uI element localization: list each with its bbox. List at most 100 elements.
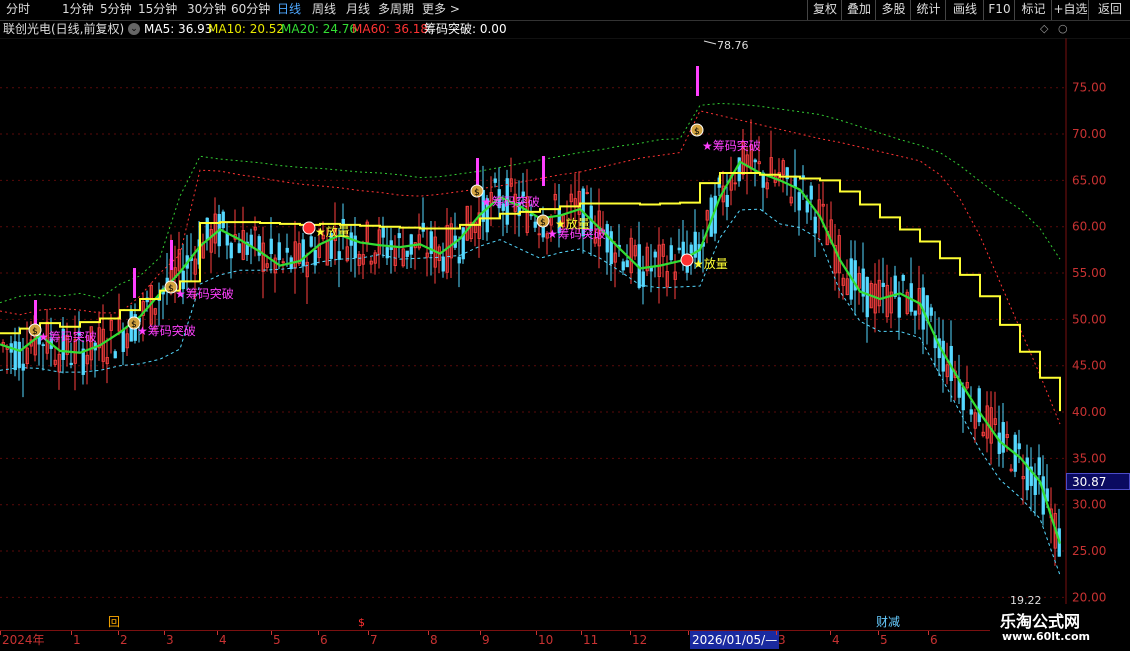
time-tick-mark-14 (776, 631, 777, 635)
time-tick-11: 11 (583, 633, 599, 647)
toolbar-button-6[interactable]: 标记 (1014, 0, 1052, 20)
tab-timeframe-8[interactable]: 月线 (346, 0, 370, 20)
ma5-value: MA5: 36.93 (144, 22, 213, 36)
candle-body (625, 260, 629, 268)
candle-body (897, 297, 901, 318)
volume-spike-bar-4 (542, 156, 545, 186)
price-tick-4: 55.00 (1072, 266, 1106, 280)
price-tick-0: 75.00 (1072, 81, 1106, 95)
time-tick-5: 5 (273, 633, 281, 647)
signal-markers-layer: $$$$$$★筹码突破 ★筹码突破★筹码突破★筹码突破★筹码突破★筹码突破★放量★… (28, 39, 1042, 629)
diamond-icon[interactable]: ◇ (1040, 20, 1048, 38)
candle-body (1037, 457, 1041, 476)
time-tick-mark-7 (368, 631, 369, 635)
ma60-value: MA60: 36.18 (352, 22, 429, 36)
toolbar-button-3[interactable]: 统计 (910, 0, 946, 20)
candle-body (301, 239, 305, 267)
tab-timeframe-5[interactable]: 60分钟 (231, 0, 270, 20)
time-tick-mark-1 (71, 631, 72, 635)
toolbar-button-8[interactable]: 返回 (1088, 0, 1130, 20)
series-line-band-lower (0, 208, 1061, 576)
small-square-marker: 回 (108, 615, 120, 629)
candle-body (1017, 443, 1021, 450)
candle-body (997, 432, 1001, 454)
time-tick-mark-10 (536, 631, 537, 635)
toolbar-button-0[interactable]: 复权 (807, 0, 842, 20)
toolbar-button-4[interactable]: 画线 (945, 0, 984, 20)
candle-body (397, 233, 401, 239)
finance-mark-label: 财减 (876, 615, 900, 629)
tab-timeframe-10[interactable]: 更多 > (422, 0, 460, 20)
tab-timeframe-0[interactable]: 分时 (6, 0, 30, 20)
candle-body (901, 274, 905, 281)
candle-body (229, 242, 233, 259)
volume-ball-icon-2 (680, 253, 694, 267)
chip-breakout-label-0: ★筹码突破 (38, 329, 97, 344)
tab-timeframe-4[interactable]: 30分钟 (187, 0, 226, 20)
candle-body (969, 409, 973, 415)
candle-body (753, 159, 757, 163)
time-tick-mark-0 (0, 631, 1, 635)
volume-release-label-0: ★放量 (315, 224, 350, 239)
time-tick-4: 4 (219, 633, 227, 647)
price-tick-11: 20.00 (1072, 590, 1106, 604)
price-tick-9: 30.00 (1072, 498, 1106, 512)
time-tick-mark-16 (878, 631, 879, 635)
tab-timeframe-7[interactable]: 周线 (312, 0, 336, 20)
candle-body (653, 251, 657, 258)
candle-body (797, 192, 801, 211)
time-tick-7: 7 (370, 633, 378, 647)
kline-chart[interactable]: $$$$$$★筹码突破 ★筹码突破★筹码突破★筹码突破★筹码突破★筹码突破★放量★… (0, 38, 1130, 630)
time-tick-3: 3 (166, 633, 174, 647)
dollar-sign-label-4: $ (540, 218, 546, 228)
candle-body (865, 276, 869, 318)
candle-body (913, 310, 917, 316)
tab-timeframe-9[interactable]: 多周期 (378, 0, 414, 20)
watermark-title: 乐淘公式网 (1000, 612, 1081, 631)
dollar-sign-label-2: $ (168, 284, 174, 294)
stock-title: 联创光电(日线,前复权) (3, 22, 125, 36)
price-tick-8: 35.00 (1072, 451, 1106, 465)
candle-body (533, 221, 537, 228)
dollar-sign-label-5: $ (694, 127, 700, 137)
tab-timeframe-2[interactable]: 5分钟 (100, 0, 132, 20)
price-tick-5: 50.00 (1072, 312, 1106, 326)
time-tick-17: 6 (930, 633, 938, 647)
tab-timeframe-1[interactable]: 1分钟 (62, 0, 94, 20)
ma10-value: MA10: 20.52 (208, 22, 285, 36)
candle-body (381, 226, 385, 238)
candle-body (1025, 457, 1029, 491)
candle-body (805, 200, 809, 213)
dollar-sign-label-0: $ (32, 327, 38, 337)
tab-timeframe-3[interactable]: 15分钟 (138, 0, 177, 20)
candle-body (1001, 422, 1005, 453)
time-tick-2: 2 (120, 633, 128, 647)
time-tick-8: 8 (430, 633, 438, 647)
toolbar-button-2[interactable]: 多股 (875, 0, 911, 20)
candle-body (621, 261, 625, 271)
tab-timeframe-6[interactable]: 日线 (277, 0, 301, 20)
toolbar-button-7[interactable]: +自选 (1051, 0, 1089, 20)
time-tick-10: 10 (538, 633, 554, 647)
time-tick-mark-6 (318, 631, 319, 635)
toolbar-button-1[interactable]: 叠加 (841, 0, 876, 20)
time-tick-1: 1 (73, 633, 81, 647)
watermark-url: www.60lt.com (1002, 630, 1091, 643)
dollar-sign-label-3: $ (474, 188, 480, 198)
circle-icon[interactable]: ○ (1058, 20, 1068, 38)
chip-breakout-label-1: ★筹码突破 (137, 323, 196, 338)
candle-body (21, 363, 25, 371)
candle-body (689, 244, 693, 254)
volume-release-label-2: ★放量 (693, 256, 728, 271)
time-tick-mark-9 (480, 631, 481, 635)
time-tick-0: 2024年 (2, 633, 45, 647)
indicator-settings-icon[interactable]: ⌄ (128, 23, 140, 35)
price-tick-7: 40.00 (1072, 405, 1106, 419)
time-tick-12: 12 (632, 633, 648, 647)
candle-body (669, 245, 673, 261)
time-tick-6: 6 (320, 633, 328, 647)
series-line-ma60 (0, 110, 1061, 425)
candle-body (929, 307, 933, 316)
top-toolbar: 分时 1分钟 5分钟 15分钟 30分钟 60分钟 日线 周线 月线 多周期 更多 > 复权 叠加 多股统… (0, 0, 1130, 21)
toolbar-button-5[interactable]: F10 (983, 0, 1015, 20)
